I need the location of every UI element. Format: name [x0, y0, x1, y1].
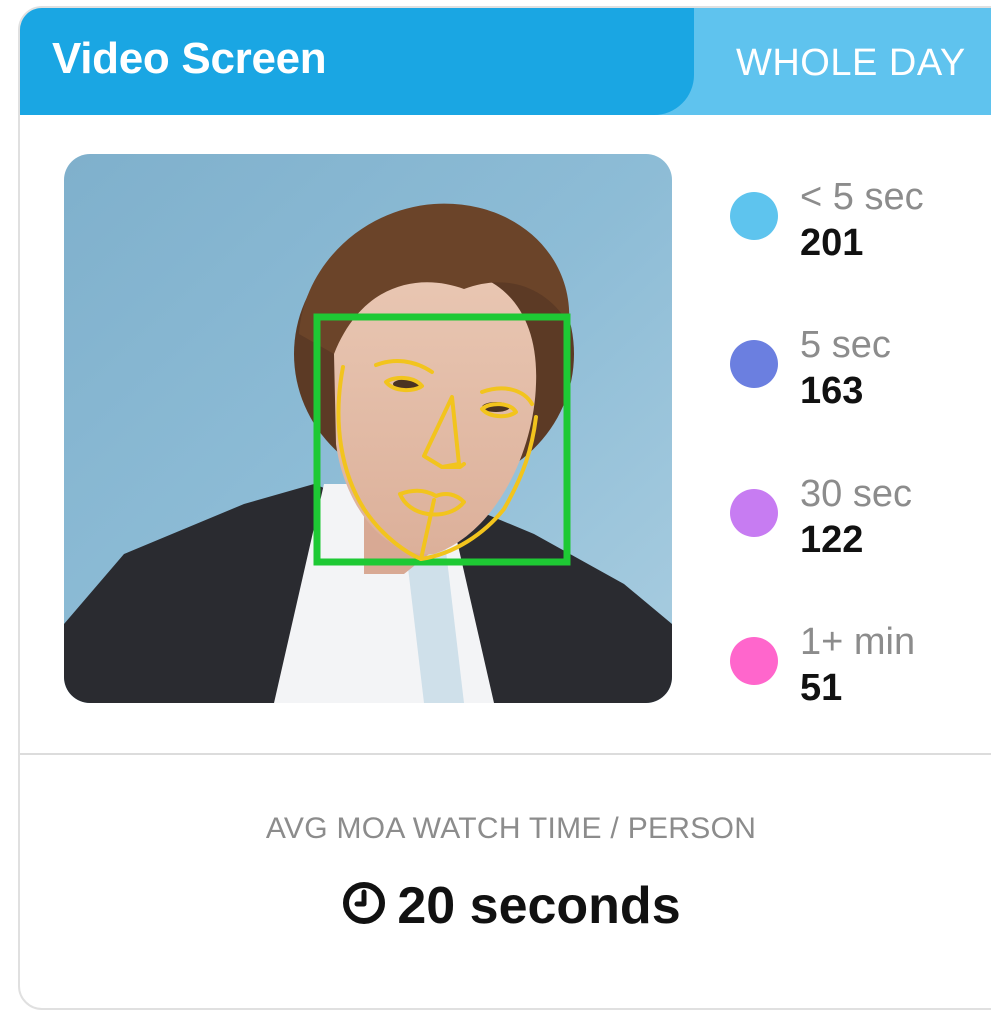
legend-label: 30 sec	[800, 473, 912, 515]
legend-label: 5 sec	[800, 324, 891, 366]
period-selector[interactable]: WHOLE DAY	[736, 42, 966, 85]
legend-value: 51	[800, 667, 843, 709]
summary-value: 20 seconds	[397, 877, 681, 935]
legend-value: 201	[800, 222, 864, 264]
title-tab: Video Screen	[20, 8, 694, 115]
divider	[20, 753, 991, 755]
legend-dot	[730, 489, 778, 537]
legend-value: 163	[800, 370, 864, 412]
clock-icon	[341, 879, 387, 939]
face-detection-photo	[64, 154, 672, 703]
card-header: Video Screen WHOLE DAY	[20, 8, 991, 115]
legend-value: 122	[800, 519, 864, 561]
legend-dot	[730, 340, 778, 388]
summary-label: AVG MOA WATCH TIME / PERSON	[265, 812, 757, 845]
legend-dot	[730, 192, 778, 240]
legend-label: < 5 sec	[800, 176, 924, 218]
card-title: Video Screen	[52, 34, 327, 83]
legend-dot	[730, 637, 778, 685]
legend-label: 1+ min	[800, 621, 916, 663]
video-screen-card: Video Screen WHOLE DAY < 5 sec 201 5 sec…	[18, 6, 991, 1010]
summary-value-row: 20 seconds	[20, 876, 991, 939]
